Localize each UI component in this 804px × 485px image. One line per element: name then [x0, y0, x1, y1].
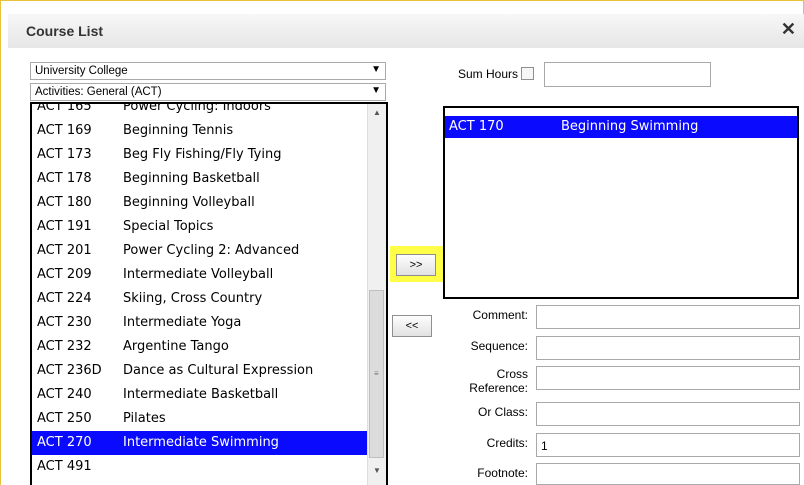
add-course-button[interactable]: >>	[396, 254, 436, 276]
list-item[interactable]: ACT 170 Beginning Swimming	[445, 116, 797, 138]
list-item[interactable]: ACT 250 Pilates	[32, 407, 370, 431]
scroll-down-icon[interactable]: ▼	[373, 466, 381, 475]
course-code: ACT 236D	[37, 363, 102, 378]
available-courses-scrollbar[interactable]: ▲ ≡ ▼	[367, 104, 386, 485]
list-item[interactable]: ACT 232 Argentine Tango	[32, 335, 370, 359]
course-name: Intermediate Basketball	[123, 387, 279, 402]
selected-courses-list[interactable]: ACT 170 Beginning Swimming	[443, 106, 799, 299]
available-courses-list[interactable]: ACT 165 Power Cycling: Indoors ACT 169 Begi…	[30, 102, 388, 485]
list-item[interactable]: ACT 169 Beginning Tennis	[32, 119, 370, 143]
scroll-up-icon[interactable]: ▲	[373, 108, 381, 117]
close-icon[interactable]: ✕	[781, 19, 796, 40]
sequence-field[interactable]	[536, 336, 800, 360]
selected-courses-rows: ACT 170 Beginning Swimming	[445, 116, 797, 138]
list-item[interactable]: ACT 224 Skiing, Cross Country	[32, 287, 370, 311]
course-name: Intermediate Yoga	[123, 315, 242, 330]
course-name: Special Topics	[123, 219, 214, 234]
course-code: ACT 170	[449, 119, 504, 134]
credits-label: Credits:	[486, 436, 528, 450]
course-name: Beginning Swimming	[561, 119, 699, 134]
comment-field[interactable]	[536, 305, 800, 329]
list-item[interactable]: ACT 236D Dance as Cultural Expression	[32, 359, 370, 383]
course-code: ACT 224	[37, 291, 92, 306]
school-select[interactable]: University College ▼	[30, 62, 386, 80]
sum-hours-label: Sum Hours	[458, 67, 519, 81]
list-item[interactable]: ACT 178 Beginning Basketball	[32, 167, 370, 191]
list-item[interactable]: ACT 240 Intermediate Basketball	[32, 383, 370, 407]
course-name: Intermediate Volleyball	[123, 267, 274, 282]
course-code: ACT 232	[37, 339, 92, 354]
chevron-down-icon: ▼	[371, 85, 381, 96]
course-code: ACT 169	[37, 123, 92, 138]
course-code: ACT 165	[37, 102, 92, 114]
course-code: ACT 209	[37, 267, 92, 282]
sequence-label: Sequence:	[470, 339, 528, 353]
cross-reference-field[interactable]	[536, 366, 800, 390]
footnote-field[interactable]	[536, 463, 800, 485]
course-name: Pilates	[123, 411, 166, 426]
list-item[interactable]: ACT 180 Beginning Volleyball	[32, 191, 370, 215]
course-name: Beginning Tennis	[123, 123, 234, 138]
course-name: Dance as Cultural Expression	[123, 363, 314, 378]
course-name: Beginning Volleyball	[123, 195, 255, 210]
list-item[interactable]: ACT 209 Intermediate Volleyball	[32, 263, 370, 287]
course-code: ACT 240	[37, 387, 92, 402]
dialog-title: Course List	[26, 23, 104, 39]
available-courses-rows: ACT 165 Power Cycling: Indoors ACT 169 Begi…	[32, 102, 370, 479]
department-select-value: Activities: General (ACT)	[35, 86, 162, 98]
course-name: Beg Fly Fishing/Fly Tying	[123, 147, 282, 162]
course-code: ACT 178	[37, 171, 92, 186]
or-class-field[interactable]	[536, 402, 800, 426]
course-name: Beginning Basketball	[123, 171, 260, 186]
sum-hours-checkbox[interactable]	[521, 67, 534, 80]
course-name: Power Cycling: Indoors	[123, 102, 271, 114]
or-class-label: Or Class:	[477, 405, 528, 419]
list-item[interactable]: ACT 191 Special Topics	[32, 215, 370, 239]
course-code: ACT 201	[37, 243, 92, 258]
course-code: ACT 270	[37, 435, 92, 450]
course-name: Intermediate Swimming	[123, 435, 279, 450]
course-name: Skiing, Cross Country	[123, 291, 263, 306]
credits-field[interactable]: 1	[536, 433, 800, 457]
cross-reference-label-line1: Cross	[496, 367, 528, 381]
scrollbar-thumb[interactable]: ≡	[369, 290, 384, 458]
course-code: ACT 230	[37, 315, 92, 330]
list-item[interactable]: ACT 165 Power Cycling: Indoors	[32, 102, 370, 119]
footnote-label: Footnote:	[477, 466, 528, 480]
list-item[interactable]: ACT 230 Intermediate Yoga	[32, 311, 370, 335]
comment-label: Comment:	[472, 308, 528, 322]
course-code: ACT 180	[37, 195, 92, 210]
course-code: ACT 491	[37, 459, 92, 474]
chevron-down-icon: ▼	[371, 64, 381, 75]
sum-hours-input[interactable]	[544, 62, 711, 87]
course-code: ACT 173	[37, 147, 92, 162]
course-code: ACT 191	[37, 219, 92, 234]
remove-course-button[interactable]: <<	[392, 315, 432, 337]
list-item[interactable]: ACT 201 Power Cycling 2: Advanced	[32, 239, 370, 263]
list-item[interactable]: ACT 173 Beg Fly Fishing/Fly Tying	[32, 143, 370, 167]
school-select-value: University College	[35, 65, 128, 77]
dialog-titlebar: Course List ✕	[8, 14, 804, 49]
grip-icon: ≡	[374, 369, 379, 378]
list-item[interactable]: ACT 491	[32, 455, 370, 479]
list-item[interactable]: ACT 270 Intermediate Swimming	[32, 431, 370, 455]
course-name: Argentine Tango	[123, 339, 229, 354]
course-code: ACT 250	[37, 411, 92, 426]
department-select[interactable]: Activities: General (ACT) ▼	[30, 83, 386, 101]
cross-reference-label-line2: Reference:	[469, 381, 528, 395]
course-name: Power Cycling 2: Advanced	[123, 243, 300, 258]
